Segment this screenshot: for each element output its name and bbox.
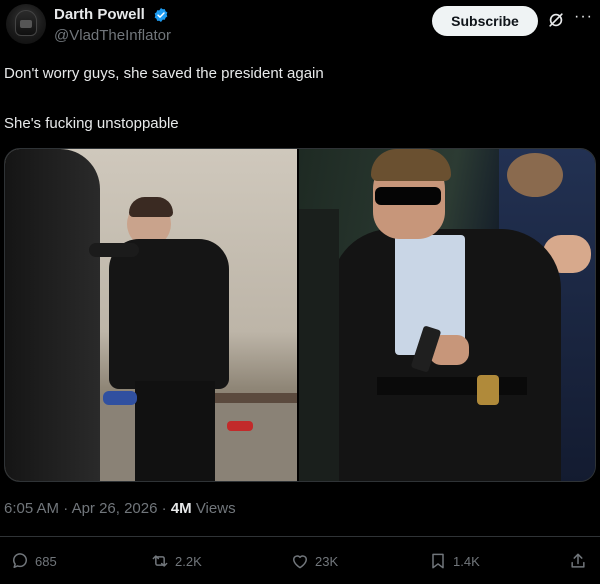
divider-line xyxy=(0,536,600,537)
tweet-date[interactable]: Apr 26, 2026 xyxy=(72,500,158,517)
photo-figure-legs xyxy=(135,381,215,481)
like-count: 23K xyxy=(315,553,339,569)
photo-agent-badge xyxy=(477,375,499,405)
tweet-text-line: Don't worry guys, she saved the presiden… xyxy=(4,65,324,82)
photo-agent-belt xyxy=(377,377,527,395)
display-name[interactable]: Darth Powell xyxy=(54,6,145,23)
photo-vehicle xyxy=(299,209,339,481)
photo-figure-left xyxy=(5,149,100,481)
photo-figure-hair xyxy=(129,197,173,217)
meta-separator: · xyxy=(59,500,72,517)
meta-separator: · xyxy=(157,500,171,517)
tweet-meta: 6:05 AM · Apr 26, 2026 · 4M Views xyxy=(4,500,236,517)
repost-icon xyxy=(152,555,168,567)
tweet-time[interactable]: 6:05 AM xyxy=(4,500,59,517)
avatar[interactable] xyxy=(6,4,46,44)
like-button[interactable]: 23K xyxy=(290,550,338,572)
media-image-right[interactable] xyxy=(299,149,595,481)
reply-icon xyxy=(13,553,27,568)
tweet-header: Darth Powell @VladTheInflator Subscribe … xyxy=(0,0,600,56)
more-icon[interactable]: ··· xyxy=(574,9,594,30)
share-button[interactable] xyxy=(568,550,588,572)
media-grid[interactable] xyxy=(4,148,596,482)
photo-agent-sunglasses xyxy=(375,187,441,205)
media-image-left[interactable] xyxy=(5,149,298,481)
reply-count: 685 xyxy=(35,553,57,569)
bookmark-button[interactable]: 1.4K xyxy=(428,550,480,572)
verified-badge-icon xyxy=(154,8,168,22)
share-icon xyxy=(571,553,585,568)
heart-icon xyxy=(293,555,307,569)
grok-icon[interactable] xyxy=(546,10,566,30)
photo-figure-arm xyxy=(89,243,139,257)
user-handle[interactable]: @VladTheInflator xyxy=(54,27,171,44)
photo-red-object xyxy=(227,421,253,431)
photo-background-head xyxy=(507,153,563,197)
views-count: 4M xyxy=(170,500,192,517)
bookmark-icon xyxy=(432,553,444,569)
photo-figure-shoe xyxy=(103,391,137,405)
photo-figure-body xyxy=(109,239,229,389)
photo-agent-hair xyxy=(371,149,451,181)
subscribe-button[interactable]: Subscribe xyxy=(432,6,538,36)
views-label: Views xyxy=(191,500,236,517)
avatar-mask-shape xyxy=(20,20,32,28)
tweet-text-line: She's fucking unstoppable xyxy=(4,115,179,132)
repost-count: 2.2K xyxy=(175,553,202,569)
repost-button[interactable]: 2.2K xyxy=(150,550,202,572)
bookmark-count: 1.4K xyxy=(453,553,480,569)
reply-button[interactable]: 685 xyxy=(10,550,57,572)
tweet-text: Don't worry guys, she saved the presiden… xyxy=(4,64,594,134)
